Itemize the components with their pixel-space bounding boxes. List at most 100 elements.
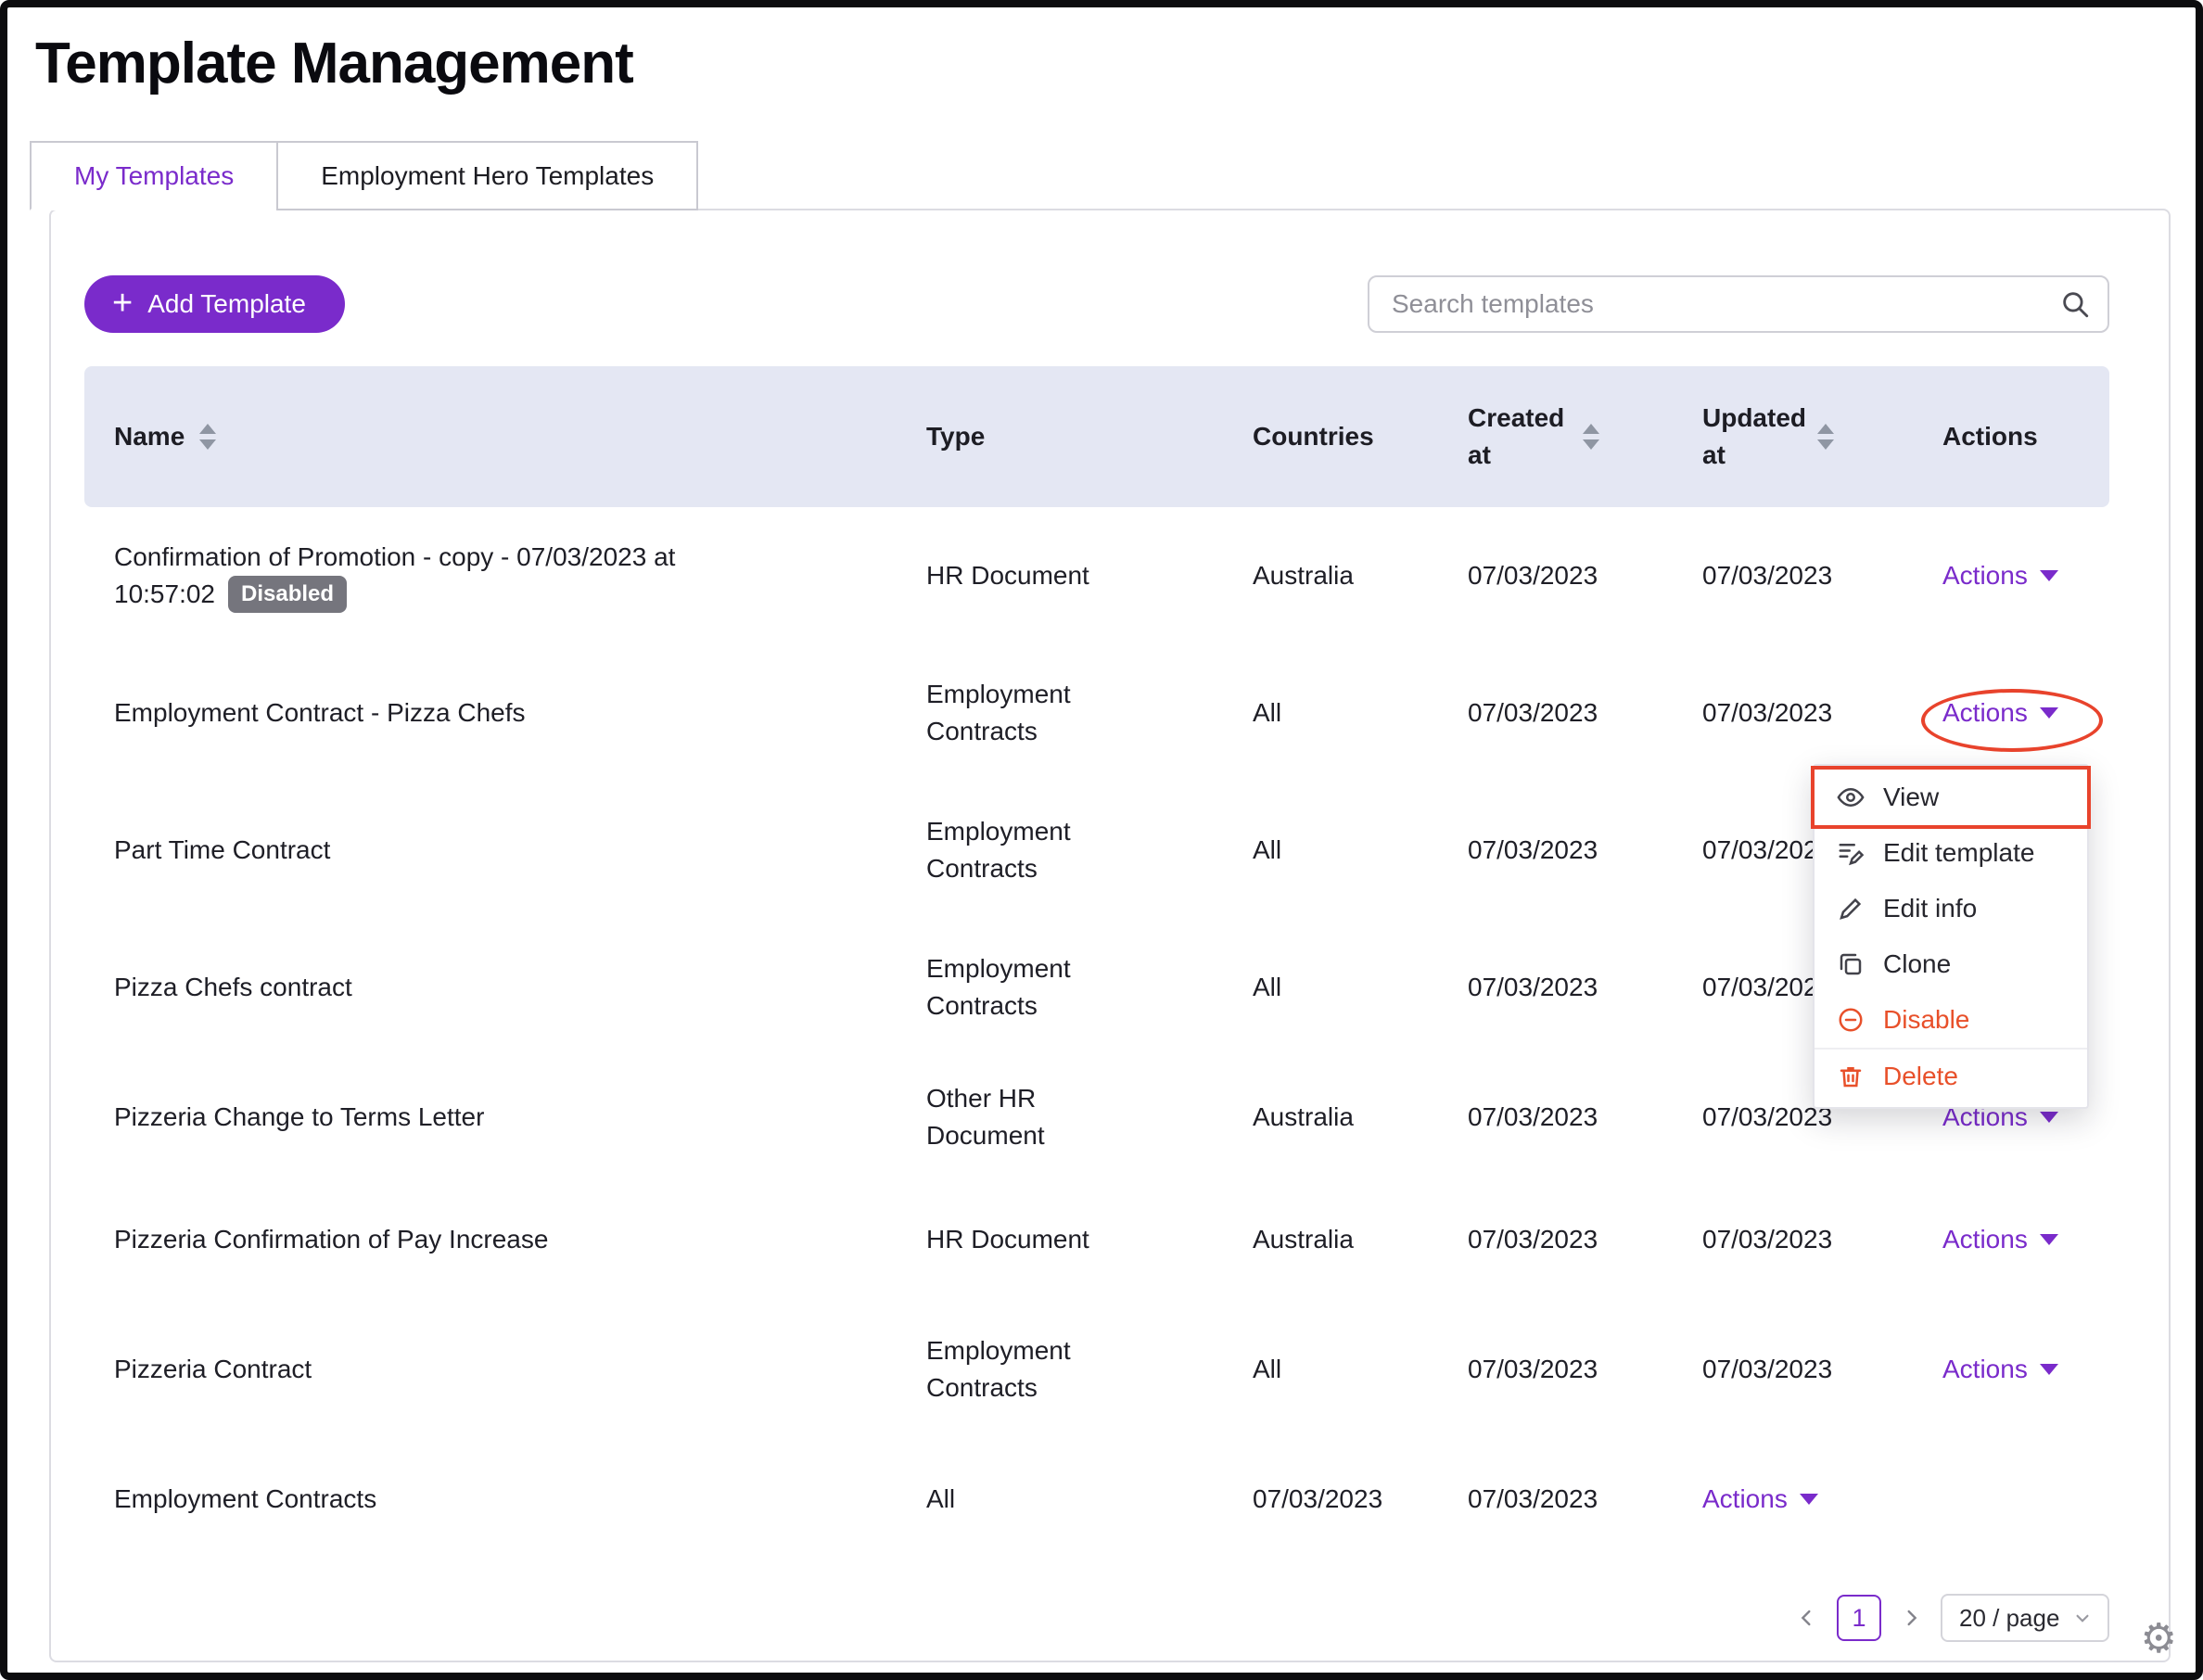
created-cell: 07/03/2023	[1438, 1221, 1673, 1258]
type-cell: Employment Contracts	[897, 950, 1223, 1025]
template-name-cell: Pizzeria Contract	[84, 1351, 897, 1388]
header-name[interactable]: Name	[84, 418, 897, 455]
add-template-label: Add Template	[147, 289, 306, 319]
tab-my-templates[interactable]: My Templates	[30, 141, 278, 210]
type-cell: All	[897, 1481, 1223, 1518]
pagination: 1 20 / page	[84, 1594, 2109, 1642]
plus-icon: +	[112, 286, 133, 321]
prev-page-button[interactable]	[1794, 1605, 1820, 1631]
trash-icon	[1837, 1063, 1865, 1090]
created-cell: 07/03/2023	[1438, 1099, 1673, 1136]
menu-item-view[interactable]: View	[1815, 770, 2087, 825]
table-row: Part Time Contract Employment Contracts …	[84, 782, 2109, 919]
created-cell: 07/03/2023	[1438, 969, 1673, 1006]
gear-icon[interactable]: ⚙	[2141, 1619, 2177, 1660]
actions-button[interactable]: Actions	[1942, 557, 2058, 594]
created-cell: 07/03/2023	[1438, 1481, 1673, 1518]
sort-icon[interactable]	[1817, 424, 1834, 450]
template-name: Pizzeria Change to Terms Letter	[114, 1102, 484, 1131]
chevron-down-icon	[2040, 570, 2058, 581]
created-cell: 07/03/2023	[1438, 832, 1673, 869]
tab-employment-hero-templates[interactable]: Employment Hero Templates	[276, 141, 698, 210]
template-name-cell: Pizzeria Confirmation of Pay Increase	[84, 1221, 897, 1258]
menu-item-delete[interactable]: Delete	[1815, 1048, 2087, 1103]
template-name: Employment Contracts	[114, 1484, 376, 1513]
menu-item-clone[interactable]: Clone	[1815, 936, 2087, 992]
actions-button[interactable]: Actions	[1942, 1351, 2058, 1388]
countries-cell: Australia	[1223, 1099, 1438, 1136]
chevron-right-icon	[1898, 1605, 1924, 1631]
page-number-button[interactable]: 1	[1837, 1595, 1881, 1641]
search-icon	[2059, 288, 2091, 320]
actions-button[interactable]: Actions	[1702, 1481, 1818, 1518]
actions-cell: Actions	[1913, 694, 2109, 732]
header-type: Type	[897, 418, 1223, 455]
updated-cell: 07/03/2023	[1673, 1351, 1913, 1388]
actions-dropdown-menu: View Edit template Edit info Clone Disab…	[1813, 764, 2089, 1109]
eye-icon	[1837, 783, 1865, 811]
chevron-down-icon	[2070, 1606, 2095, 1630]
search-input[interactable]	[1368, 275, 2109, 333]
updated-cell: 07/03/2023	[1673, 1221, 1913, 1258]
table-row: Pizzeria Confirmation of Pay Increase HR…	[84, 1178, 2109, 1301]
template-name-cell: Pizza Chefs contract	[84, 969, 897, 1006]
chevron-down-icon	[2040, 1364, 2058, 1375]
countries-cell: Australia	[1223, 557, 1438, 594]
status-badge: Disabled	[228, 576, 347, 613]
template-management-page: Template Management My Templates Employm…	[0, 0, 2203, 1680]
countries-cell: Australia	[1223, 1221, 1438, 1258]
menu-item-edit-info[interactable]: Edit info	[1815, 881, 2087, 936]
header-created-at[interactable]: Created at	[1438, 400, 1673, 474]
template-name: Pizzeria Confirmation of Pay Increase	[114, 1225, 548, 1254]
add-template-button[interactable]: + Add Template	[84, 275, 345, 333]
header-actions: Actions	[1913, 418, 2109, 455]
sort-icon[interactable]	[199, 424, 216, 450]
chevron-down-icon	[1800, 1494, 1818, 1505]
toolbar: + Add Template	[84, 275, 2109, 333]
chevron-down-icon	[2040, 1112, 2058, 1123]
actions-cell: Actions	[1913, 1351, 2109, 1388]
updated-cell: 07/03/2023	[1673, 694, 1913, 732]
created-cell: 07/03/2023	[1438, 694, 1673, 732]
updated-cell: Actions	[1673, 1481, 1913, 1518]
header-countries: Countries	[1223, 418, 1438, 455]
table-row: Pizza Chefs contract Employment Contract…	[84, 919, 2109, 1056]
template-name: Part Time Contract	[114, 835, 330, 864]
chevron-down-icon	[2040, 1234, 2058, 1245]
template-name-cell: Part Time Contract	[84, 832, 897, 869]
table-row: Employment Contract - Pizza Chefs Employ…	[84, 644, 2109, 782]
edit-template-icon	[1837, 839, 1865, 867]
template-name-cell: Confirmation of Promotion - copy - 07/03…	[84, 539, 897, 613]
menu-item-edit-template[interactable]: Edit template	[1815, 825, 2087, 881]
type-cell: Employment Contracts	[897, 1332, 1223, 1406]
header-updated-at[interactable]: Updated at	[1673, 400, 1913, 474]
template-name-cell: Pizzeria Change to Terms Letter	[84, 1099, 897, 1136]
actions-button[interactable]: Actions	[1942, 1221, 2058, 1258]
template-name: Employment Contract - Pizza Chefs	[114, 698, 526, 727]
actions-cell: Actions	[1913, 1221, 2109, 1258]
table-header-row: Name Type Countries Created at Updated a…	[84, 366, 2109, 507]
type-cell: Employment Contracts	[897, 813, 1223, 887]
chevron-left-icon	[1794, 1605, 1820, 1631]
type-cell: HR Document	[897, 1221, 1223, 1258]
type-cell: Other HR Document	[897, 1080, 1223, 1154]
table-row: Employment Contracts All 07/03/2023 07/0…	[84, 1438, 2109, 1560]
menu-item-disable[interactable]: Disable	[1815, 992, 2087, 1048]
template-name: Confirmation of Promotion - copy - 07/03…	[114, 542, 675, 608]
pencil-icon	[1837, 895, 1865, 923]
page-title: Template Management	[35, 32, 2196, 96]
template-name: Pizzeria Contract	[114, 1355, 312, 1383]
sort-icon[interactable]	[1583, 424, 1599, 450]
template-name-cell: Employment Contract - Pizza Chefs	[84, 694, 897, 732]
type-cell: HR Document	[897, 557, 1223, 594]
next-page-button[interactable]	[1898, 1605, 1924, 1631]
countries-cell: 07/03/2023	[1223, 1481, 1438, 1518]
clone-icon	[1837, 950, 1865, 978]
minus-circle-icon	[1837, 1006, 1865, 1034]
actions-button-open[interactable]: Actions	[1942, 694, 2058, 732]
actions-cell: Actions	[1913, 557, 2109, 594]
table-row: Pizzeria Change to Terms Letter Other HR…	[84, 1056, 2109, 1178]
created-cell: 07/03/2023	[1438, 1351, 1673, 1388]
created-cell: 07/03/2023	[1438, 557, 1673, 594]
page-size-select[interactable]: 20 / page	[1941, 1594, 2109, 1642]
